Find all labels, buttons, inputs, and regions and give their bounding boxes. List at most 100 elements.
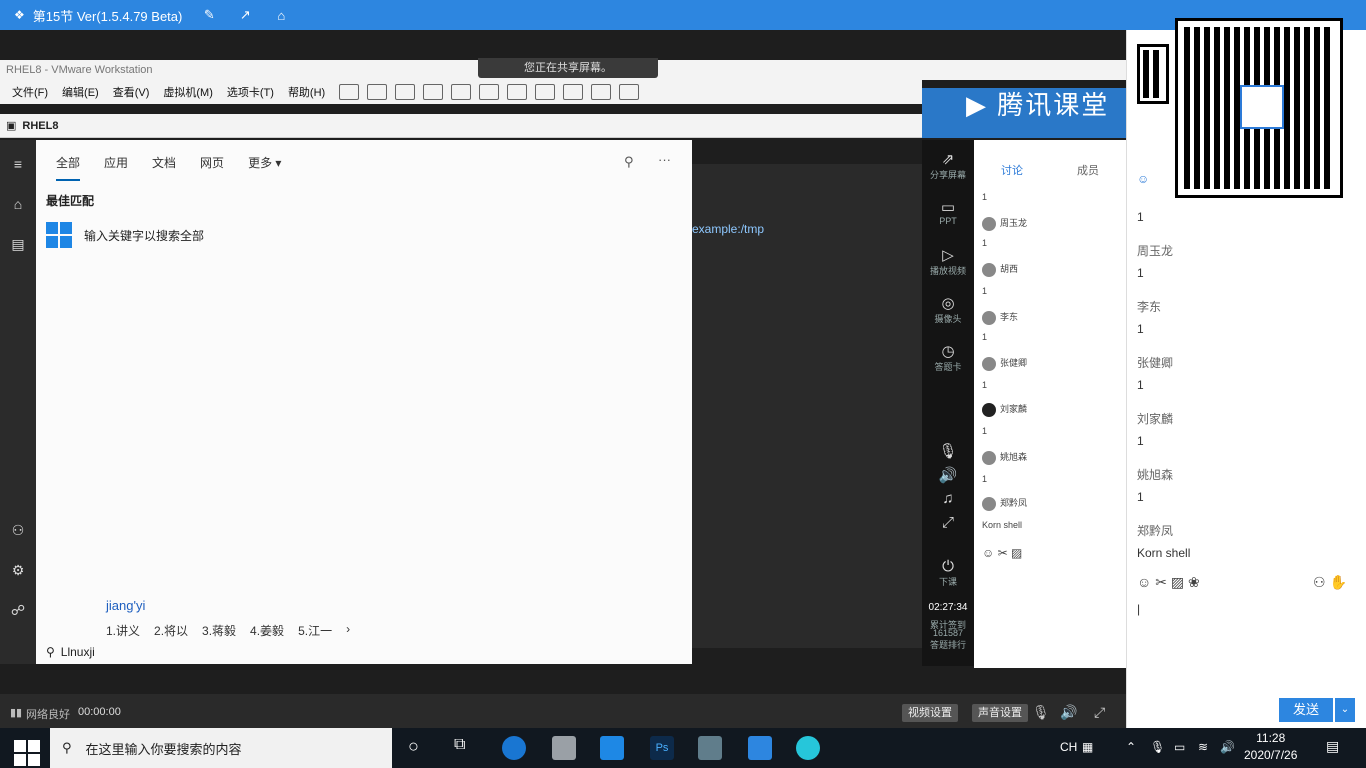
fullscreen-icon[interactable]	[535, 84, 556, 100]
end-class-button[interactable]: ⏻ 下课	[926, 558, 970, 588]
emoji-icon[interactable]: ☺	[1137, 574, 1151, 590]
gear-icon[interactable]: ⚙	[8, 562, 28, 582]
chat-filter-icon[interactable]: ☺	[1137, 172, 1149, 186]
manage-snapshots-icon[interactable]	[451, 84, 472, 100]
pause-icon[interactable]	[339, 84, 360, 100]
wifi-icon[interactable]: ≋	[1198, 740, 1208, 754]
tab-more[interactable]: 更多 ▾	[248, 154, 281, 181]
more-options-icon[interactable]: ···	[658, 152, 671, 167]
unity-icon[interactable]	[563, 84, 584, 100]
video-call-icon[interactable]	[796, 736, 820, 760]
share-screen-button[interactable]: ⇗ 分享屏幕	[926, 150, 970, 181]
battery-icon[interactable]: ▭	[1174, 740, 1185, 754]
flower-icon[interactable]: ❀	[1188, 574, 1200, 590]
vmware-app-icon[interactable]	[552, 736, 576, 760]
terminal-icon[interactable]	[591, 84, 612, 100]
tab-all[interactable]: 全部	[56, 154, 81, 181]
list-item: 1	[982, 332, 988, 342]
taskbar-search-box[interactable]: ⚲ 在这里输入你要搜索的内容	[50, 728, 392, 768]
tab-apps[interactable]: 应用	[104, 154, 128, 181]
snapshot-icon[interactable]	[395, 84, 416, 100]
list-item: 刘家麟	[982, 402, 1027, 417]
menu-edit[interactable]: 编辑(E)	[56, 84, 105, 100]
share-icon[interactable]: ↗	[236, 6, 254, 24]
cortana-icon[interactable]: ○	[408, 736, 419, 757]
ppt-button[interactable]: ▭ PPT	[926, 198, 970, 226]
image-icon[interactable]: ▨	[1011, 546, 1022, 560]
send-button[interactable]: 发送	[1279, 698, 1333, 722]
volume-icon[interactable]: 🔊	[1220, 740, 1235, 754]
feedback-icon[interactable]: ☍	[8, 602, 28, 622]
settings-icon[interactable]: ⌂	[272, 6, 290, 24]
photoshop-icon[interactable]: Ps	[650, 736, 674, 760]
console-icon[interactable]	[507, 84, 528, 100]
tab-members[interactable]: 成员	[1077, 162, 1099, 178]
expand-button[interactable]: ⤢	[926, 514, 970, 531]
ime-candidate[interactable]: 4.姜毅	[250, 622, 284, 639]
mic-button[interactable]: 🎙	[926, 442, 970, 460]
terminal-window[interactable]	[692, 164, 922, 648]
speaker-icon[interactable]: 🔊	[1060, 704, 1077, 721]
music-button[interactable]: ♫	[926, 490, 970, 507]
fullscreen-icon[interactable]: ⤢	[1094, 704, 1105, 721]
search-input[interactable]: ⚲ Llnuxji	[36, 640, 692, 664]
menu-view[interactable]: 查看(V)	[107, 84, 156, 100]
ime-candidate[interactable]: 3.蒋毅	[202, 622, 236, 639]
mic-tray-icon[interactable]: 🎙	[1150, 740, 1165, 754]
vm-tab-rhel8[interactable]: RHEL8	[22, 120, 58, 132]
send-keys-icon[interactable]	[367, 84, 388, 100]
edit-icon[interactable]: ✎	[200, 6, 218, 24]
tab-discuss[interactable]: 讨论	[1001, 162, 1023, 178]
task-view-icon[interactable]: ⧉	[454, 736, 465, 754]
chat-input[interactable]: |	[1137, 602, 1357, 692]
add-user-icon[interactable]: ⚇	[8, 522, 28, 542]
taskbar-clock[interactable]: 11:28 2020/7/26	[1244, 730, 1297, 764]
ime-candidate[interactable]: 2.将以	[154, 622, 188, 639]
emoji-icon[interactable]: ☺	[982, 546, 994, 560]
scissors-icon[interactable]: ✂	[998, 546, 1008, 560]
notebook-icon[interactable]: ▤	[8, 236, 28, 256]
app-logo-icon: ❖	[14, 8, 25, 22]
library-icon[interactable]	[479, 84, 500, 100]
play-video-button[interactable]: ▷ 播放视频	[926, 246, 970, 277]
member-icon[interactable]: ⚇	[1313, 574, 1326, 590]
voice-settings-button[interactable]: 声音设置	[972, 704, 1028, 722]
menu-vm[interactable]: 虚拟机(M)	[157, 84, 219, 100]
revert-icon[interactable]	[423, 84, 444, 100]
view-icon[interactable]	[619, 84, 640, 100]
feedback-icon[interactable]: ⚲	[624, 154, 634, 170]
tencent-classroom-icon[interactable]	[748, 736, 772, 760]
edge-icon[interactable]	[502, 736, 526, 760]
notification-icon[interactable]: ▤	[1326, 738, 1339, 755]
chevron-up-icon[interactable]: ⌃	[1126, 740, 1136, 754]
hamburger-icon[interactable]: ≡	[8, 156, 28, 176]
search-hint: 输入关键字以搜索全部	[46, 222, 204, 248]
chat-message: Korn shell	[1137, 546, 1191, 560]
ime-mode-icon[interactable]: ▦	[1082, 740, 1093, 754]
menu-file[interactable]: 文件(F)	[6, 84, 54, 100]
ime-candidate[interactable]: 1.讲义	[106, 622, 140, 639]
scissors-icon[interactable]: ✂	[1155, 574, 1167, 590]
ime-next-icon[interactable]: ›	[346, 622, 350, 639]
answer-card-button[interactable]: ◷ 答题卡	[926, 342, 970, 373]
tab-documents[interactable]: 文档	[152, 154, 176, 181]
emoji-toolbar: ☺ ✂ ▨	[982, 546, 1022, 560]
raise-hand-icon[interactable]: ✋	[1329, 574, 1346, 590]
video-settings-button[interactable]: 视频设置	[902, 704, 958, 722]
ime-lang[interactable]: CH	[1060, 740, 1077, 754]
menu-help[interactable]: 帮助(H)	[282, 84, 331, 100]
tab-web[interactable]: 网页	[200, 154, 224, 181]
mail-icon[interactable]	[600, 736, 624, 760]
search-query: Llnuxji	[60, 645, 95, 659]
speaker-button[interactable]: 🔊	[926, 466, 970, 484]
mute-icon[interactable]: 🎙	[1032, 704, 1050, 721]
windows-logo-icon	[46, 222, 72, 248]
ime-candidate[interactable]: 5.江一	[298, 622, 332, 639]
start-button-icon[interactable]	[14, 740, 40, 766]
menu-tabs[interactable]: 选项卡(T)	[221, 84, 280, 100]
send-options-icon[interactable]: ⌄	[1335, 698, 1355, 722]
image-icon[interactable]: ▨	[1171, 574, 1184, 590]
home-icon[interactable]: ⌂	[8, 196, 28, 216]
virtual-machine-icon[interactable]	[698, 736, 722, 760]
camera-button[interactable]: ◎ 摄像头	[926, 294, 970, 325]
